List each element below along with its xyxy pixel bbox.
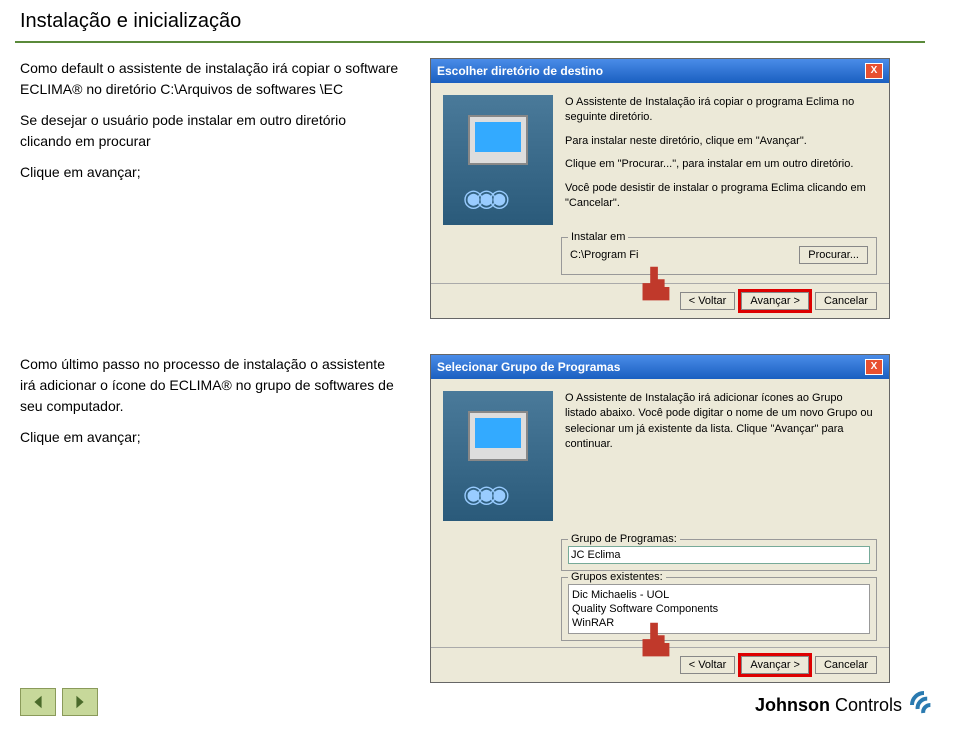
dialog-choose-directory: Escolher diretório de destino X ◉◉◉ O As… bbox=[430, 58, 890, 319]
section2-text: Como último passo no processo de instala… bbox=[20, 354, 400, 703]
program-group-box: Grupo de Programas: bbox=[561, 539, 877, 571]
discs-icon: ◉◉◉ bbox=[463, 480, 502, 509]
page-title: Instalação e inicialização bbox=[0, 0, 960, 41]
installer-graphic: ◉◉◉ bbox=[443, 391, 553, 521]
dialog1-titlebar: Escolher diretório de destino X bbox=[431, 59, 889, 83]
prev-slide-button[interactable] bbox=[20, 688, 56, 716]
dialog2-title: Selecionar Grupo de Programas bbox=[437, 360, 620, 374]
dialog2-footer: < Voltar Avançar > Cancelar bbox=[431, 647, 889, 682]
program-group-label: Grupo de Programas: bbox=[568, 533, 680, 545]
logo-icon bbox=[908, 689, 940, 721]
dialog1-title: Escolher diretório de destino bbox=[437, 64, 603, 78]
program-group-input[interactable] bbox=[568, 546, 870, 564]
next-slide-button[interactable] bbox=[62, 688, 98, 716]
install-path-label: Instalar em bbox=[568, 231, 628, 243]
dialog-select-group: Selecionar Grupo de Programas X ◉◉◉ O As… bbox=[430, 354, 890, 683]
existing-groups-box: Grupos existentes: Dic Michaelis - UOL Q… bbox=[561, 577, 877, 641]
section2-para2: Clique em avançar; bbox=[20, 427, 400, 448]
dialog2-text: O Assistente de Instalação irá adicionar… bbox=[565, 391, 877, 521]
arrow-left-icon bbox=[29, 693, 47, 711]
dialog1-text: O Assistente de Instalação irá copiar o … bbox=[565, 95, 877, 225]
dialog2-titlebar: Selecionar Grupo de Programas X bbox=[431, 355, 889, 379]
list-item[interactable]: WinRAR bbox=[572, 616, 866, 630]
monitor-icon bbox=[468, 115, 528, 165]
section1-text: Como default o assistente de instalação … bbox=[20, 58, 400, 339]
slide-nav bbox=[20, 688, 98, 716]
section1-para1: Como default o assistente de instalação … bbox=[20, 58, 400, 100]
section1-para2: Se desejar o usuário pode instalar em ou… bbox=[20, 110, 400, 152]
close-icon[interactable]: X bbox=[865, 63, 883, 79]
browse-button[interactable]: Procurar... bbox=[799, 246, 868, 264]
existing-groups-list[interactable]: Dic Michaelis - UOL Quality Software Com… bbox=[568, 584, 870, 634]
close-icon[interactable]: X bbox=[865, 359, 883, 375]
section2-para1: Como último passo no processo de instala… bbox=[20, 354, 400, 417]
arrow-right-icon bbox=[71, 693, 89, 711]
back-button[interactable]: < Voltar bbox=[680, 656, 736, 674]
title-underline bbox=[15, 41, 925, 43]
dialog1-para1: O Assistente de Instalação irá copiar o … bbox=[565, 95, 877, 126]
next-button[interactable]: Avançar > bbox=[741, 656, 809, 674]
install-path-value: C:\Program Fi bbox=[570, 249, 638, 261]
cancel-button[interactable]: Cancelar bbox=[815, 292, 877, 310]
discs-icon: ◉◉◉ bbox=[463, 184, 502, 213]
monitor-icon bbox=[468, 411, 528, 461]
dialog1-para4: Você pode desistir de instalar o program… bbox=[565, 181, 877, 212]
logo-text: Johnson Controls bbox=[755, 695, 902, 716]
dialog2-para1: O Assistente de Instalação irá adicionar… bbox=[565, 391, 877, 453]
dialog1-para2: Para instalar neste diretório, clique em… bbox=[565, 134, 877, 149]
next-button[interactable]: Avançar > bbox=[741, 292, 809, 310]
section1-para3: Clique em avançar; bbox=[20, 162, 400, 183]
existing-groups-label: Grupos existentes: bbox=[568, 571, 666, 583]
cancel-button[interactable]: Cancelar bbox=[815, 656, 877, 674]
back-button[interactable]: < Voltar bbox=[680, 292, 736, 310]
list-item[interactable]: Quality Software Components bbox=[572, 602, 866, 616]
list-item[interactable]: Dic Michaelis - UOL bbox=[572, 588, 866, 602]
install-path-group: Instalar em C:\Program Fi Procurar... bbox=[561, 237, 877, 275]
dialog1-para3: Clique em "Procurar...", para instalar e… bbox=[565, 157, 877, 172]
johnson-controls-logo: Johnson Controls bbox=[755, 689, 940, 721]
dialog1-footer: < Voltar Avançar > Cancelar bbox=[431, 283, 889, 318]
installer-graphic: ◉◉◉ bbox=[443, 95, 553, 225]
